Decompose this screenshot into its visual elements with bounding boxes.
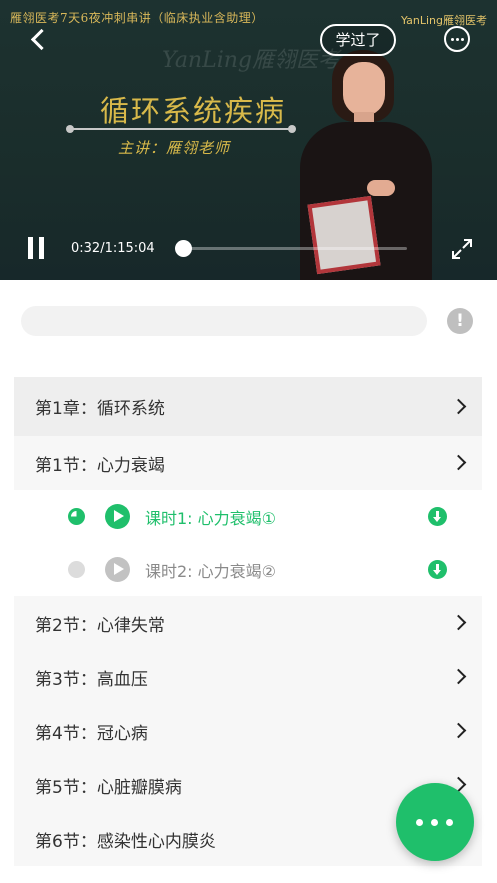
chevron-right-icon <box>450 668 467 685</box>
comment-input[interactable] <box>21 306 427 336</box>
video-player[interactable]: 雁翎医考7天6夜冲刺串讲（临床执业含助理） YanLing雁翎医考 YanLin… <box>0 0 497 280</box>
section-label: 第1节：心力衰竭 <box>35 455 165 476</box>
chapter-row[interactable]: 第1章：循环系统 <box>14 377 482 436</box>
section-row[interactable]: 第2节：心律失常 <box>14 596 482 650</box>
section-label: 第5节：心脏瓣膜病 <box>35 777 182 798</box>
lesson-row[interactable]: 课时1: 心力衰竭① <box>14 490 482 543</box>
download-icon[interactable] <box>428 560 447 579</box>
lesson-row[interactable]: 课时2: 心力衰竭② <box>14 543 482 596</box>
pause-icon[interactable] <box>26 237 48 261</box>
playback-time: 0:32/1:15:04 <box>71 241 155 256</box>
chevron-right-icon <box>450 398 467 415</box>
section-row[interactable]: 第3节：高血压 <box>14 650 482 704</box>
play-icon[interactable] <box>105 557 130 582</box>
progress-bar[interactable] <box>174 240 407 257</box>
progress-knob[interactable] <box>174 240 192 257</box>
section-label: 第4节：冠心病 <box>35 723 148 744</box>
back-arrow-icon[interactable] <box>22 24 54 56</box>
brand-logo-top: YanLing雁翎医考 <box>400 14 487 27</box>
download-icon[interactable] <box>428 507 447 526</box>
lesson-label: 课时1: 心力衰竭① <box>145 508 277 528</box>
more-dots-icon[interactable] <box>444 26 470 52</box>
slide-presenter: 主讲：雁翎老师 <box>118 139 231 157</box>
status-dot-icon <box>68 561 85 578</box>
section-label: 第2节：心律失常 <box>35 615 165 636</box>
chevron-right-icon <box>450 454 467 471</box>
progress-pie-icon <box>68 508 85 525</box>
section-label: 第6节：感染性心内膜炎 <box>35 831 216 852</box>
chapter-label: 第1章：循环系统 <box>35 399 165 419</box>
slide-divider <box>66 125 296 133</box>
slide-title: 循环系统疾病 <box>100 94 287 128</box>
more-actions-fab[interactable] <box>396 783 474 861</box>
chevron-right-icon <box>450 614 467 631</box>
lesson-label: 课时2: 心力衰竭② <box>145 561 277 581</box>
chevron-right-icon <box>450 722 467 739</box>
presenter-figure <box>292 40 442 280</box>
play-icon[interactable] <box>105 504 130 529</box>
exclamation-icon[interactable]: ! <box>447 308 473 334</box>
learned-button[interactable]: 学过了 <box>320 24 396 56</box>
section-row[interactable]: 第4节：冠心病 <box>14 704 482 758</box>
fullscreen-icon[interactable] <box>451 238 473 260</box>
section-label: 第3节：高血压 <box>35 669 148 690</box>
section-row[interactable]: 第1节：心力衰竭 <box>14 436 482 490</box>
